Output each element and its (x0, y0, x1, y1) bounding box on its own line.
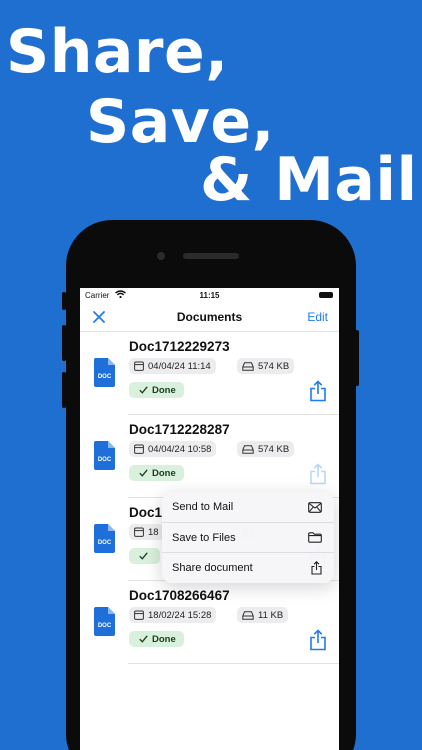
size-chip: 574 KB (237, 441, 295, 457)
document-size: 574 KB (258, 360, 290, 372)
status-label: Done (152, 467, 176, 479)
save-to-files-menu-item[interactable]: Save to Files (162, 522, 334, 552)
volume-down-button (62, 372, 66, 408)
drive-icon (242, 610, 254, 620)
checkmark-icon (139, 635, 148, 643)
file-type-label: DOC (98, 623, 112, 629)
power-button (355, 330, 359, 386)
file-type-label: DOC (98, 374, 112, 380)
document-date: 04/04/24 11:14 (148, 360, 211, 372)
status-label: Done (152, 384, 176, 396)
edit-button[interactable]: Edit (307, 310, 328, 324)
size-chip: 574 KB (237, 358, 295, 374)
date-chip: 04/04/24 10:58 (129, 441, 217, 457)
document-name: Doc1708266467 (129, 588, 230, 603)
drive-icon (242, 361, 254, 371)
drive-icon (242, 444, 254, 454)
date-chip: 04/04/24 11:14 (129, 358, 216, 374)
row-divider (128, 663, 339, 664)
context-menu: Send to Mail Save to Files Share documen… (162, 492, 334, 583)
file-type-label: DOC (98, 457, 112, 463)
status-time: 11:15 (199, 291, 220, 300)
document-row[interactable]: DOC Doc1708266467 18/02/24 15:28 11 KB D… (80, 581, 339, 664)
document-size: 11 KB (258, 609, 284, 621)
envelope-icon (308, 501, 322, 513)
earpiece-speaker (183, 253, 239, 259)
checkmark-icon (139, 469, 148, 477)
document-date: 04/04/24 10:58 (148, 443, 212, 455)
page-title: Documents (176, 310, 243, 324)
mute-switch (62, 292, 66, 310)
folder-icon (308, 532, 322, 543)
headline-mail: & Mail (200, 145, 418, 215)
phone-screen: Carrier 11:15 Documents Edit DOC Doc1712… (80, 288, 339, 750)
calendar-icon (134, 361, 144, 371)
size-chip: 11 KB (237, 607, 289, 623)
status-badge: Done (129, 631, 184, 647)
status-badge: Done (129, 465, 184, 481)
document-name: Doc1712229273 (129, 339, 230, 354)
send-to-mail-menu-item[interactable]: Send to Mail (162, 492, 334, 522)
checkmark-icon (139, 386, 148, 394)
headline-share: Share, (6, 17, 229, 87)
calendar-icon (134, 527, 144, 537)
share-icon (311, 560, 322, 575)
battery-icon (319, 292, 333, 298)
document-row[interactable]: DOC Doc1712228287 04/04/24 10:58 574 KB (80, 415, 339, 498)
menu-item-label: Save to Files (172, 531, 236, 544)
menu-item-label: Share document (172, 561, 253, 574)
document-name: Doc1712228287 (129, 422, 230, 437)
volume-up-button (62, 325, 66, 361)
checkmark-icon (139, 552, 148, 560)
navigation-bar: Documents Edit (80, 302, 339, 332)
file-type-label: DOC (98, 540, 112, 546)
document-date: 18/02/24 15:28 (148, 609, 212, 621)
status-label: Done (152, 633, 176, 645)
headline-save: Save, (86, 87, 275, 157)
doc-file-icon: DOC (94, 358, 115, 387)
share-icon[interactable] (309, 463, 327, 485)
calendar-icon (134, 444, 144, 454)
status-bar: Carrier 11:15 (80, 288, 339, 302)
document-row[interactable]: DOC Doc1712229273 04/04/24 11:14 574 KB (80, 332, 339, 415)
status-badge (129, 548, 160, 564)
date-chip: 18/02/24 15:28 (129, 607, 217, 623)
document-name: Doc1 (129, 505, 163, 520)
share-icon[interactable] (309, 629, 327, 651)
date-chip: 18 (129, 524, 164, 540)
doc-file-icon: DOC (94, 441, 115, 470)
document-size: 574 KB (258, 443, 290, 455)
share-icon[interactable] (309, 380, 327, 402)
doc-file-icon: DOC (94, 607, 115, 636)
status-badge: Done (129, 382, 184, 398)
calendar-icon (134, 610, 144, 620)
share-document-menu-item[interactable]: Share document (162, 552, 334, 582)
front-camera (157, 252, 165, 260)
document-date: 18 (148, 526, 159, 538)
doc-file-icon: DOC (94, 524, 115, 553)
menu-item-label: Send to Mail (172, 501, 234, 513)
